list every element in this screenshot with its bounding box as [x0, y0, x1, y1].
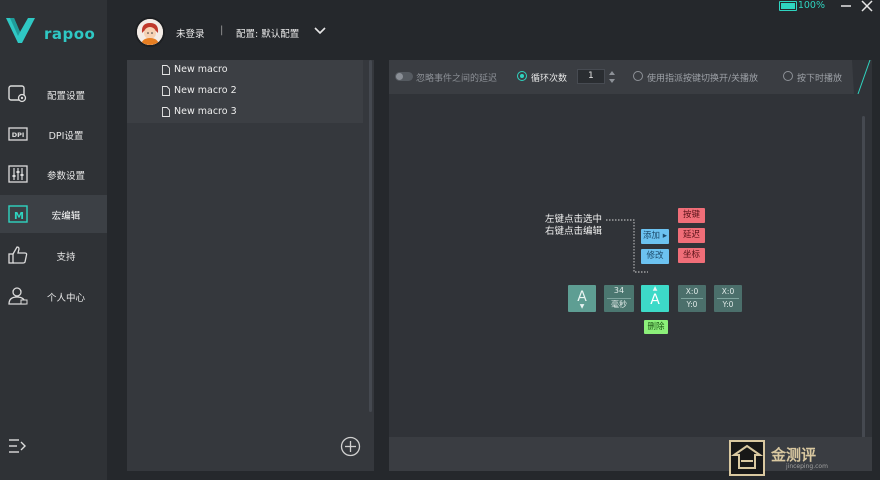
key-char: A [650, 292, 660, 308]
thumbs-up-icon [8, 246, 28, 264]
toggle-key-label: 使用指派按键切换开/关播放 [647, 74, 759, 84]
macro-list-panel: New macro New macro 2 New macro 3 [127, 60, 374, 471]
coord-block[interactable]: X:0 Y:0 [714, 285, 742, 312]
svg-text:DPI: DPI [12, 131, 25, 139]
insert-delay-button[interactable]: 延迟 [678, 228, 705, 243]
sidebar-item-label: DPI设置 [48, 131, 84, 142]
topbar-separator: | [220, 25, 224, 36]
macro-label: New macro 2 [174, 85, 237, 96]
sidebar-item-support[interactable]: 支持 [0, 236, 107, 274]
sidebar-item-dpi[interactable]: DPI DPI设置 [0, 115, 107, 153]
macro-list-item[interactable]: New macro [127, 60, 363, 81]
file-icon [162, 65, 170, 75]
coord-x: X:0 [721, 287, 735, 296]
toggle-key-radio[interactable] [633, 71, 643, 81]
macro-toolbar: 忽略事件之间的延迟 循环次数 1 使用指派按键切换开/关播放 按下时播放 [389, 60, 872, 94]
ignore-delay-toggle[interactable] [395, 72, 413, 81]
editor-scrollbar[interactable] [862, 116, 865, 452]
file-icon [162, 86, 170, 96]
hint-edit-text: 右键点击编辑 [545, 226, 603, 237]
sidebar-item-label: 支持 [56, 252, 76, 263]
delete-button[interactable]: 删除 [644, 320, 668, 334]
macro-icon: M [8, 205, 28, 223]
svg-text:M: M [14, 211, 24, 222]
delay-block[interactable]: 34 毫秒 [604, 285, 634, 312]
sidebar-item-label: 参数设置 [46, 171, 85, 182]
arrow-down-icon: ▼ [579, 303, 585, 310]
delay-unit: 毫秒 [611, 300, 627, 309]
macro-list-scrollbar[interactable] [369, 60, 372, 412]
arrow-up-icon: ▲ [652, 285, 658, 292]
ignore-delay-label: 忽略事件之间的延迟 [416, 74, 498, 84]
macro-list-item[interactable]: New macro 3 [127, 102, 363, 123]
config-selector-label[interactable]: 配置: 默认配置 [236, 26, 299, 40]
avatar-icon [137, 19, 163, 45]
macro-label: New macro 3 [174, 106, 237, 117]
loop-count-stepper[interactable] [608, 69, 616, 85]
watermark-subtext: jinceping.com [786, 463, 828, 470]
coord-y: Y:0 [686, 300, 698, 309]
sidebar-item-label: 宏编辑 [51, 211, 81, 222]
sidebar-item-config[interactable]: 配置设置 [0, 75, 107, 113]
coord-divider [717, 298, 739, 299]
insert-coord-button[interactable]: 坐标 [678, 248, 705, 263]
loop-radio[interactable] [517, 71, 527, 81]
add-button[interactable]: 添加 ▸ [641, 229, 669, 244]
sidebar-item-macro[interactable]: M 宏编辑 [0, 195, 107, 233]
modify-button[interactable]: 修改 [641, 249, 669, 264]
insert-key-button[interactable]: 按键 [678, 208, 705, 223]
battery-fill [781, 3, 795, 9]
toolbar-corner [852, 60, 872, 94]
sidebar-item-label: 配置设置 [46, 91, 85, 102]
delay-value: 34 [613, 286, 625, 295]
sidebar: rapoo 配置设置 DPI DPI设置 参数设置 M 宏编辑 支持 个人中心 [0, 0, 107, 480]
coord-block[interactable]: X:0 Y:0 [678, 285, 706, 312]
hint-connector [606, 219, 648, 273]
macro-list-item[interactable]: New macro 2 [127, 81, 363, 102]
battery-indicator [779, 1, 797, 11]
minimize-button[interactable] [839, 0, 853, 14]
avatar[interactable] [135, 17, 165, 47]
user-icon [8, 287, 28, 305]
v-logo-icon [6, 18, 35, 43]
macro-label: New macro [174, 64, 228, 75]
brand-name: rapoo [44, 25, 96, 43]
rapoo-logo: rapoo [6, 16, 106, 50]
watermark-text: 金测评 [771, 446, 817, 464]
config-icon [8, 85, 27, 103]
coord-x: X:0 [685, 287, 699, 296]
sidebar-item-user-center[interactable]: 个人中心 [0, 277, 107, 315]
close-button[interactable] [860, 0, 874, 14]
file-icon [162, 107, 170, 117]
dpi-icon: DPI [8, 127, 28, 141]
sliders-icon [8, 165, 28, 183]
top-bar: 未登录 | 配置: 默认配置 100% [107, 0, 880, 60]
battery-percent: 100% [797, 0, 825, 11]
hold-play-label: 按下时播放 [797, 74, 843, 84]
hold-play-radio[interactable] [783, 71, 793, 81]
loop-count-input[interactable]: 1 [577, 69, 605, 84]
sidebar-item-label: 个人中心 [46, 293, 85, 304]
key-up-block[interactable]: ▲ A [641, 285, 669, 312]
coord-y: Y:0 [722, 300, 734, 309]
add-macro-button[interactable] [340, 436, 361, 457]
login-status[interactable]: 未登录 [176, 26, 205, 40]
key-down-block[interactable]: A ▼ [568, 285, 596, 312]
toggle-knob [396, 73, 403, 80]
loop-label: 循环次数 [531, 74, 568, 84]
coord-divider [681, 298, 703, 299]
sidebar-item-params[interactable]: 参数设置 [0, 155, 107, 193]
chevron-down-icon[interactable] [314, 26, 326, 36]
collapse-menu-icon[interactable] [8, 438, 28, 454]
